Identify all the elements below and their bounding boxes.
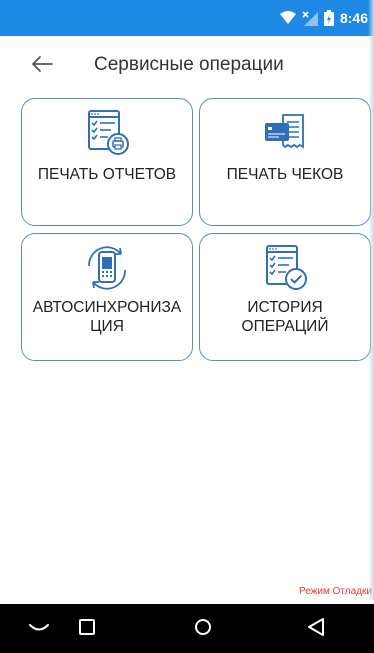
- back-arrow-icon[interactable]: [30, 54, 54, 74]
- clock-time: 8:46: [339, 10, 368, 26]
- signal-no-service-icon: [302, 10, 318, 26]
- back-icon[interactable]: [306, 616, 326, 638]
- operations-history-button[interactable]: ИСТОРИЯ ОПЕРАЦИЙ: [199, 233, 371, 361]
- print-reports-button[interactable]: ПЕЧАТЬ ОТЧЕТОВ: [21, 98, 193, 226]
- battery-icon: [323, 10, 334, 26]
- app-header: Сервисные операции: [0, 36, 374, 94]
- right-edge-shadow: [368, 0, 374, 600]
- status-icons: 8:46: [279, 10, 368, 26]
- print-receipts-button[interactable]: ПЕЧАТЬ ЧЕКОВ: [199, 98, 371, 226]
- recents-icon[interactable]: [78, 618, 96, 636]
- card-receipt-icon: [265, 114, 304, 149]
- home-icon[interactable]: [193, 617, 213, 637]
- report-print-icon: [88, 110, 129, 155]
- page-title: Сервисные операции: [94, 54, 284, 75]
- checklist-done-icon: [266, 245, 307, 290]
- auto-sync-button[interactable]: АВТОСИНХРОНИЗА ЦИЯ: [21, 233, 193, 361]
- operations-history-label: ИСТОРИЯ ОПЕРАЦИЙ: [241, 299, 329, 335]
- status-bar: 8:46: [0, 0, 374, 36]
- auto-sync-label: АВТОСИНХРОНИЗА ЦИЯ: [32, 299, 182, 335]
- keyboard-hide-icon[interactable]: [28, 622, 50, 634]
- print-receipts-label: ПЕЧАТЬ ЧЕКОВ: [226, 166, 344, 183]
- phone-sync-icon: [88, 246, 126, 290]
- print-reports-label: ПЕЧАТЬ ОТЧЕТОВ: [37, 166, 177, 183]
- debug-mode-label: Режим Отладки: [299, 586, 372, 597]
- system-nav-bar: [0, 604, 374, 653]
- wifi-icon: [279, 11, 296, 24]
- app-screen: 8:46 Сервисные операции ПЕЧАТЬ ОТЧЕТОВ П…: [0, 0, 374, 653]
